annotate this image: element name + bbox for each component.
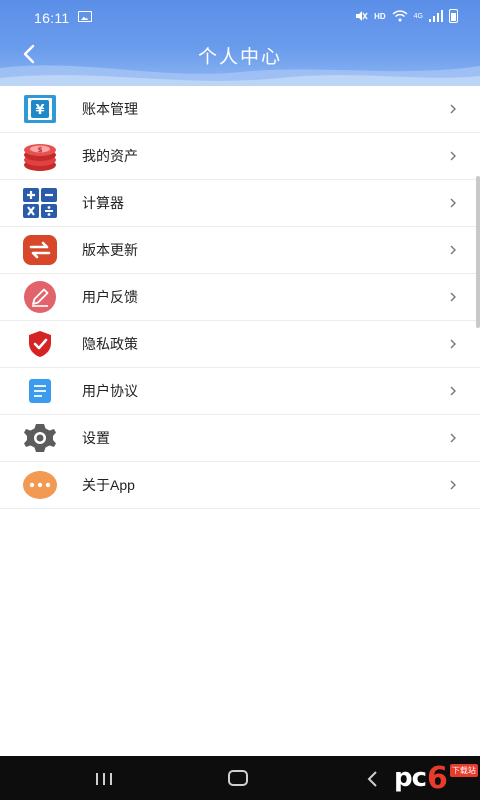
- menu-item-label: 计算器: [82, 195, 124, 211]
- menu-item-agreement[interactable]: 用户协议: [0, 368, 480, 415]
- menu-item-label: 隐私政策: [82, 336, 138, 352]
- menu-item-ledger[interactable]: ¥ 账本管理: [0, 86, 480, 133]
- menu-item-label: 账本管理: [82, 101, 138, 117]
- chevron-right-icon: [450, 292, 456, 302]
- battery-icon: [449, 9, 458, 23]
- mute-icon: [356, 11, 368, 21]
- status-bar: 16:11 HD 4G: [0, 0, 480, 34]
- wifi-icon: [392, 10, 408, 22]
- chevron-right-icon: [450, 339, 456, 349]
- svg-text:¥: ¥: [35, 103, 44, 118]
- shield-check-icon: [22, 327, 58, 361]
- home-icon[interactable]: [228, 770, 248, 786]
- scrollbar-thumb[interactable]: [476, 176, 480, 328]
- watermark-logo: pc 6 下载站: [394, 760, 478, 796]
- chevron-right-icon: [450, 433, 456, 443]
- back-triangle-icon[interactable]: [366, 770, 380, 788]
- menu-item-privacy[interactable]: 隐私政策: [0, 321, 480, 368]
- menu-item-label: 用户协议: [82, 383, 138, 399]
- watermark-sub: 下载站: [449, 763, 478, 777]
- header-wave-decoration: [0, 65, 480, 88]
- back-button[interactable]: [14, 40, 44, 68]
- menu-item-assets[interactable]: $ 我的资产: [0, 133, 480, 180]
- menu-item-label: 版本更新: [82, 242, 138, 258]
- calculator-icon: [22, 186, 58, 220]
- chevron-left-icon: [23, 44, 35, 64]
- menu-item-label: 设置: [82, 430, 110, 446]
- menu-item-label: 用户反馈: [82, 289, 138, 305]
- gear-icon: [22, 421, 58, 455]
- watermark-six: 6: [427, 760, 448, 796]
- status-icons: HD 4G: [354, 9, 458, 23]
- menu-item-settings[interactable]: 设置: [0, 415, 480, 462]
- status-time: 16:11: [34, 10, 70, 26]
- ledger-yen-icon: ¥: [22, 92, 58, 126]
- menu-item-label: 我的资产: [82, 148, 138, 164]
- chevron-right-icon: [450, 480, 456, 490]
- header: 16:11 HD 4G 个人中心: [0, 0, 480, 88]
- menu-item-calculator[interactable]: 计算器: [0, 180, 480, 227]
- menu-item-update[interactable]: 版本更新: [0, 227, 480, 274]
- document-icon: [22, 374, 58, 408]
- chevron-right-icon: [450, 245, 456, 255]
- pencil-feedback-icon: [22, 280, 58, 314]
- coins-stack-icon: $: [22, 139, 58, 173]
- watermark-pc: pc: [394, 763, 427, 793]
- network-type-label: 4G: [413, 12, 423, 20]
- update-arrows-icon: [22, 233, 58, 267]
- svg-text:$: $: [38, 146, 43, 154]
- image-notification-icon: [78, 11, 92, 22]
- chevron-right-icon: [450, 151, 456, 161]
- menu-item-about[interactable]: 关于App: [0, 462, 480, 509]
- menu-list: ¥ 账本管理 $ 我的资产 计算器 版本更新 用户反馈 隐私政策 用户协议 设置…: [0, 86, 480, 509]
- chevron-right-icon: [450, 198, 456, 208]
- more-dots-icon: [22, 468, 58, 502]
- menu-item-label: 关于App: [82, 477, 135, 493]
- menu-item-feedback[interactable]: 用户反馈: [0, 274, 480, 321]
- signal-icon: [429, 10, 443, 22]
- recents-icon[interactable]: [94, 772, 114, 786]
- hd-badge: HD: [374, 11, 386, 21]
- chevron-right-icon: [450, 104, 456, 114]
- chevron-right-icon: [450, 386, 456, 396]
